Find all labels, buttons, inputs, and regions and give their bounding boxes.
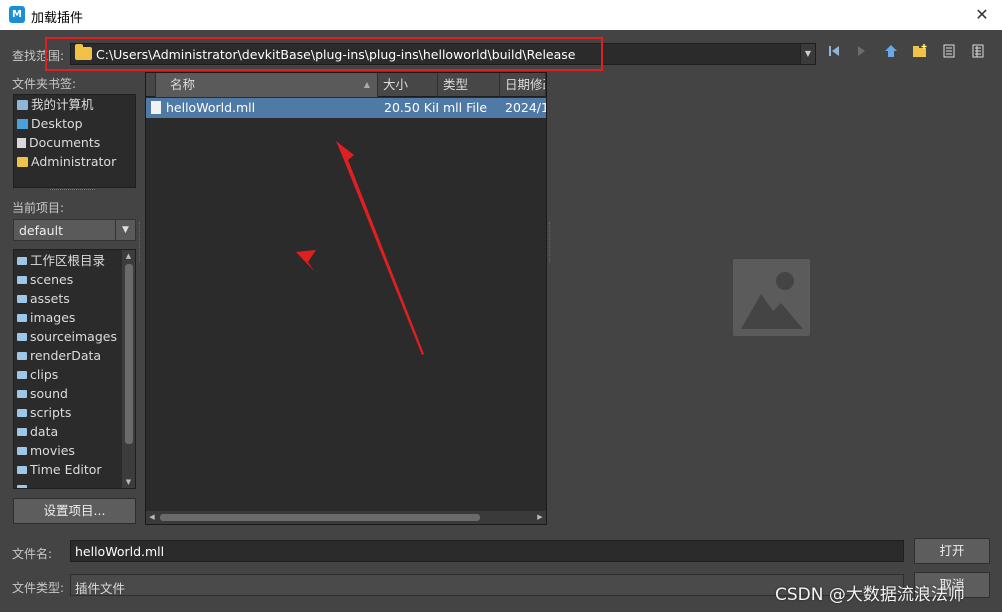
filename-input[interactable] bbox=[71, 541, 903, 561]
open-button[interactable]: 打开 bbox=[914, 538, 990, 564]
splitter-handle[interactable] bbox=[139, 222, 141, 262]
filetype-label: 文件类型: bbox=[12, 581, 65, 595]
annotation-arrows bbox=[296, 141, 424, 355]
annotation-arrow-small bbox=[296, 250, 316, 271]
image-preview-icon bbox=[733, 259, 810, 336]
filetype-selected: 插件文件 bbox=[75, 581, 126, 596]
filename-label: 文件名: bbox=[12, 547, 53, 561]
annotation-arrow-large bbox=[336, 141, 424, 355]
splitter-handle[interactable] bbox=[549, 222, 551, 262]
watermark: CSDN @大数据流浪法师 bbox=[775, 585, 965, 605]
filename-field[interactable] bbox=[70, 540, 904, 562]
